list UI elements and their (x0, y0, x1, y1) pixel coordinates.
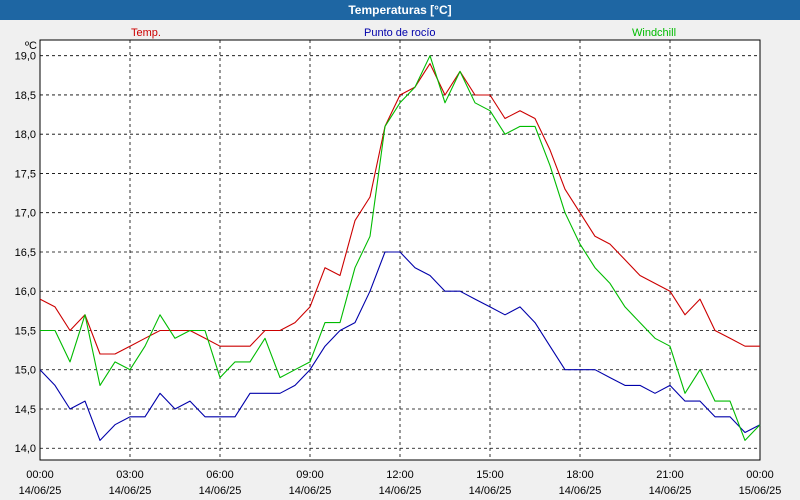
y-tick-label: 17,5 (15, 168, 36, 180)
x-tick-date: 14/06/25 (109, 485, 152, 497)
x-tick-time: 03:00 (116, 469, 144, 481)
legend-dew-point: Punto de rocío (364, 27, 436, 39)
y-tick-label: 18,5 (15, 90, 36, 102)
y-tick-label: 18,0 (15, 129, 36, 141)
y-tick-label: 14,0 (15, 443, 36, 455)
x-tick-time: 09:00 (296, 469, 324, 481)
x-tick-time: 15:00 (476, 469, 504, 481)
y-tick-label: 15,5 (15, 325, 36, 337)
y-tick-label: 17,0 (15, 208, 36, 220)
y-tick-label: 15,0 (15, 365, 36, 377)
y-tick-label: 16,5 (15, 247, 36, 259)
x-tick-date: 14/06/25 (559, 485, 602, 497)
x-tick-date: 14/06/25 (649, 485, 692, 497)
x-tick-date: 14/06/25 (289, 485, 332, 497)
x-axis: 00:00 14/06/25 03:00 14/06/25 06:00 14/06/25 0… (19, 469, 782, 497)
x-tick-date: 14/06/25 (199, 485, 242, 497)
y-axis-unit: ºC (25, 40, 37, 52)
x-tick-date: 15/06/25 (739, 485, 782, 497)
x-tick-date: 14/06/25 (469, 485, 512, 497)
x-tick-date: 14/06/25 (379, 485, 422, 497)
x-tick-time: 21:00 (656, 469, 684, 481)
x-tick-time: 00:00 (746, 469, 774, 481)
y-tick-label: 16,0 (15, 286, 36, 298)
y-axis: 14,0 14,5 15,0 15,5 16,0 16,5 17,0 17,5 18,0 18,5… (15, 51, 36, 456)
x-tick-date: 14/06/25 (19, 485, 62, 497)
x-tick-time: 12:00 (386, 469, 414, 481)
y-tick-label: 19,0 (15, 51, 36, 63)
y-tick-label: 14,5 (15, 404, 36, 416)
legend-temp: Temp. (131, 27, 161, 39)
chart-svg: 14,0 14,5 15,0 15,5 16,0 16,5 17,0 17,5 18,0 18,5… (15, 27, 782, 497)
x-tick-time: 18:00 (566, 469, 594, 481)
legend-windchill: Windchill (632, 27, 676, 39)
x-tick-time: 00:00 (26, 469, 54, 481)
x-tick-time: 06:00 (206, 469, 234, 481)
